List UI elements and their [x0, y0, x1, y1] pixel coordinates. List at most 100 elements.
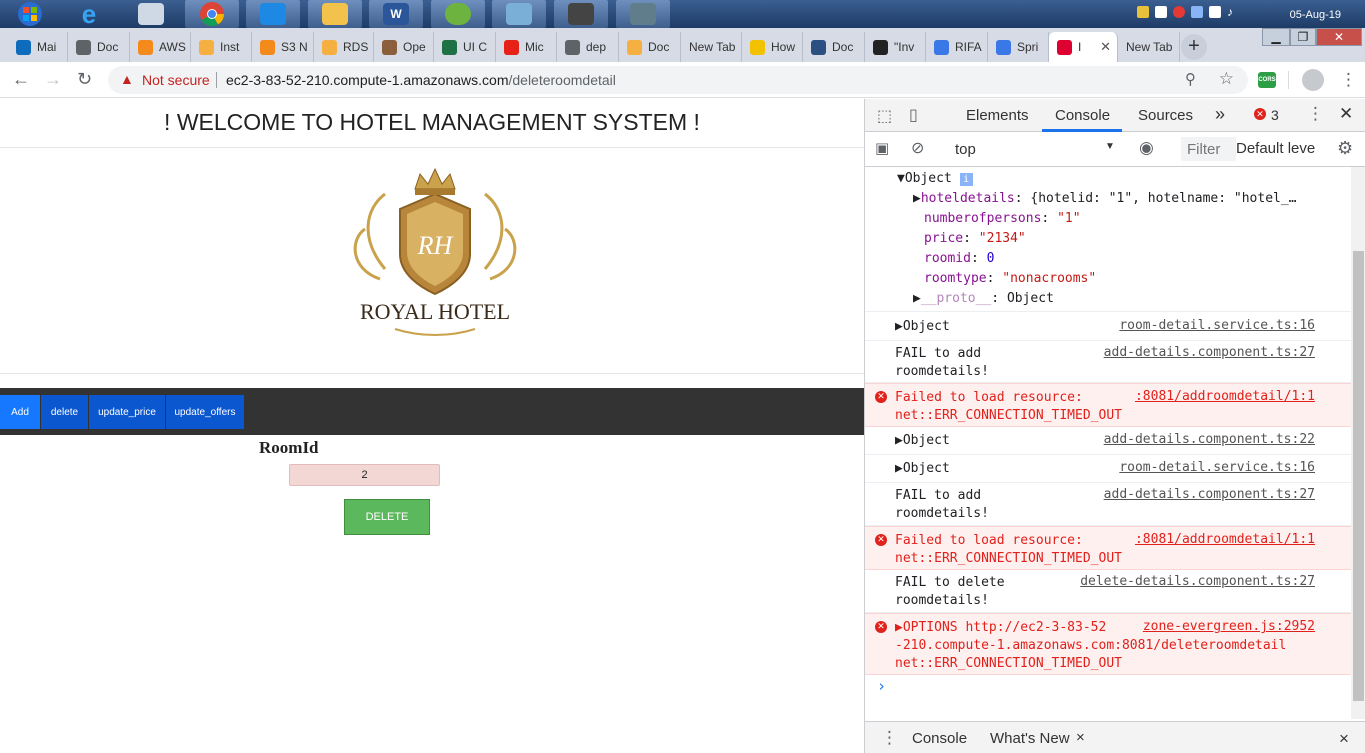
nav-add-button[interactable]: Add — [0, 395, 40, 429]
flag-icon[interactable] — [1209, 6, 1221, 18]
context-selector[interactable]: top — [955, 141, 976, 158]
file-explorer-icon[interactable] — [308, 0, 362, 28]
log-levels-dropdown[interactable]: Default leve — [1236, 140, 1315, 157]
close-tab-icon[interactable]: ✕ — [1100, 39, 1111, 55]
windows-start-icon[interactable] — [0, 0, 60, 28]
console-prompt[interactable]: › — [877, 677, 886, 695]
taskbar-date[interactable]: 05-Aug-19 — [1290, 9, 1341, 21]
console-message[interactable]: FAIL to add roomdetails! add-details.com… — [865, 341, 1351, 383]
console-message[interactable]: ▶Object add-details.component.ts:22 — [865, 427, 1351, 455]
menu-kebab-icon[interactable]: ⋮ — [1340, 70, 1357, 90]
tab-sources[interactable]: Sources — [1138, 107, 1193, 124]
browser-tab[interactable]: Mic — [496, 32, 557, 62]
message-source-link[interactable]: add-details.component.ts:27 — [1104, 487, 1315, 502]
browser-tab[interactable]: New Tab — [1118, 32, 1180, 62]
browser-tab[interactable]: "Inv — [865, 32, 926, 62]
browser-tab[interactable]: S3 N — [252, 32, 314, 62]
live-expression-eye-icon[interactable]: ◉ — [1139, 138, 1154, 158]
delete-button[interactable]: DELETE — [344, 499, 430, 535]
tray-icon[interactable] — [1137, 6, 1149, 18]
console-error-message[interactable]: ✕ ▶OPTIONS http://ec2-3-83-52 -210.compu… — [865, 613, 1351, 675]
message-source-link[interactable]: delete-details.component.ts:27 — [1080, 574, 1315, 589]
close-tab-icon[interactable]: × — [1076, 729, 1085, 746]
message-source-link[interactable]: :8081/addroomdetail/1:1 — [1135, 532, 1315, 547]
browser-tab[interactable]: Mai — [8, 32, 68, 62]
devtools-menu-icon[interactable]: ⋮ — [1307, 104, 1324, 124]
not-secure-label[interactable]: Not secure — [142, 72, 210, 88]
url-text[interactable]: ec2-3-83-52-210.compute-1.amazonaws.com/… — [226, 72, 616, 88]
console-error-message[interactable]: ✕ Failed to load resource: net::ERR_CONN… — [865, 526, 1351, 570]
network-tool-icon[interactable] — [554, 0, 608, 28]
drawer-tab-console[interactable]: Console — [912, 730, 967, 747]
bookmark-star-icon[interactable]: ☆ — [1219, 69, 1234, 89]
room-id-input[interactable]: 2 — [289, 464, 440, 486]
console-scrollbar[interactable] — [1351, 167, 1365, 719]
browser-tab[interactable]: Ope — [374, 32, 434, 62]
browser-tab[interactable]: Spri — [988, 32, 1049, 62]
remote-desktop-icon[interactable] — [616, 0, 670, 28]
snipping-tool-icon[interactable] — [124, 0, 178, 28]
show-sidebar-icon[interactable]: ▣ — [875, 139, 889, 157]
close-devtools-icon[interactable]: ✕ — [1339, 104, 1353, 124]
message-source-link[interactable]: add-details.component.ts:22 — [1104, 432, 1315, 447]
message-source-link[interactable]: room-detail.service.ts:16 — [1119, 318, 1315, 333]
device-toolbar-icon[interactable]: ▯ — [909, 105, 918, 125]
object-prop-proto[interactable]: ▶__proto__: Object — [913, 291, 1054, 306]
object-tree-header[interactable]: ▼Object i — [897, 171, 973, 186]
nav-update-offers-button[interactable]: update_offers — [166, 395, 244, 429]
console-error-message[interactable]: ✕ Failed to load resource: net::ERR_CONN… — [865, 383, 1351, 427]
browser-tab[interactable]: dep — [557, 32, 619, 62]
clear-console-icon[interactable]: ⊘ — [911, 138, 924, 158]
tab-console[interactable]: Console — [1055, 107, 1110, 124]
browser-tab[interactable]: RIFA — [926, 32, 988, 62]
console-message[interactable]: FAIL to add roomdetails! add-details.com… — [865, 483, 1351, 526]
browser-tab[interactable]: Inst — [191, 32, 252, 62]
message-source-link[interactable]: room-detail.service.ts:16 — [1119, 460, 1315, 475]
browser-tab[interactable]: How — [742, 32, 803, 62]
context-dropdown-icon[interactable]: ▼ — [1105, 141, 1115, 152]
inspect-element-icon[interactable]: ⬚ — [877, 106, 892, 126]
scrollbar-thumb[interactable] — [1353, 251, 1364, 701]
browser-tab[interactable]: Doc — [803, 32, 865, 62]
more-tabs-chevron-icon[interactable]: » — [1215, 104, 1225, 125]
error-count[interactable]: 3 — [1271, 107, 1279, 123]
tray-icon[interactable] — [1191, 6, 1203, 18]
browser-tab[interactable]: RDS — [314, 32, 374, 62]
profile-avatar-icon[interactable] — [1302, 69, 1324, 91]
visual-studio-code-icon[interactable] — [246, 0, 300, 28]
spring-tool-suite-icon[interactable] — [431, 0, 485, 28]
zoom-search-icon[interactable]: ⚲ — [1185, 70, 1196, 88]
tray-icon[interactable] — [1155, 6, 1167, 18]
tab-elements[interactable]: Elements — [966, 107, 1029, 124]
back-arrow-icon[interactable]: ← — [12, 69, 30, 90]
drawer-menu-icon[interactable]: ⋮ — [881, 728, 898, 748]
word-icon[interactable]: W — [369, 0, 423, 28]
message-source-link[interactable]: :8081/addroomdetail/1:1 — [1135, 389, 1315, 404]
maximize-button[interactable]: ❐ — [1290, 28, 1316, 46]
browser-tab[interactable]: Doc — [619, 32, 681, 62]
forward-arrow-icon[interactable]: → — [44, 69, 62, 90]
browser-tab[interactable]: AWS — [130, 32, 191, 62]
cors-extension-icon[interactable]: CORS — [1258, 72, 1276, 88]
filter-input[interactable]: Filter — [1181, 137, 1236, 161]
chrome-icon[interactable] — [185, 0, 239, 28]
browser-tab[interactable]: Doc — [68, 32, 130, 62]
console-message[interactable]: ▶Object room-detail.service.ts:16 — [865, 313, 1351, 341]
message-source-link[interactable]: zone-evergreen.js:2952 — [1143, 619, 1315, 634]
console-message[interactable]: FAIL to delete roomdetails! delete-detai… — [865, 570, 1351, 613]
message-source-link[interactable]: add-details.component.ts:27 — [1104, 345, 1315, 360]
photos-icon[interactable] — [492, 0, 546, 28]
close-drawer-icon[interactable]: × — [1339, 729, 1349, 749]
nav-update-price-button[interactable]: update_price — [89, 395, 165, 429]
nav-delete-button[interactable]: delete — [41, 395, 88, 429]
reload-icon[interactable]: ↻ — [77, 69, 92, 90]
console-settings-gear-icon[interactable]: ⚙ — [1337, 138, 1353, 159]
close-window-button[interactable]: ✕ — [1316, 28, 1362, 46]
volume-icon[interactable]: ♪ — [1227, 6, 1239, 18]
internet-explorer-icon[interactable]: e — [62, 0, 116, 28]
browser-tab[interactable]: I ✕ — [1049, 32, 1118, 62]
browser-tab[interactable]: New Tab — [681, 32, 742, 62]
browser-tab[interactable]: UI C — [434, 32, 496, 62]
console-message[interactable]: ▶Object room-detail.service.ts:16 — [865, 455, 1351, 483]
object-prop-hoteldetails[interactable]: ▶hoteldetails: {hotelid: "1", hotelname:… — [913, 191, 1297, 206]
